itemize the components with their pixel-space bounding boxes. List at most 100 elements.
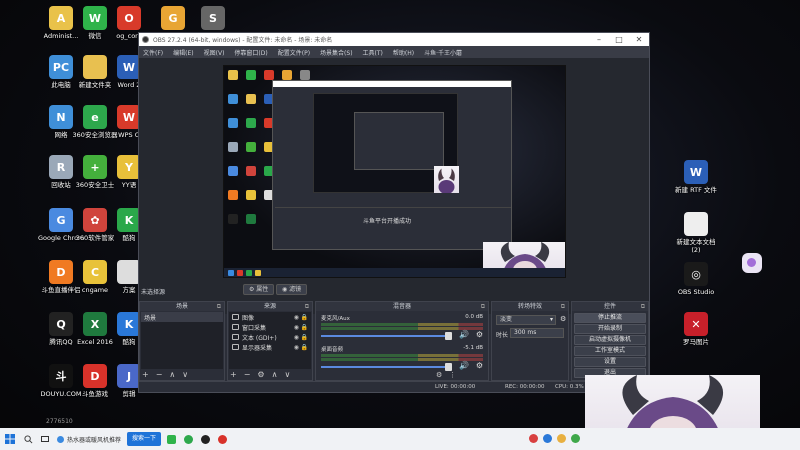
visibility-eye-icon[interactable]: ◉ [294, 314, 299, 321]
source-settings-gear-icon[interactable]: ⚙ [257, 370, 264, 379]
tray-app-icon[interactable] [571, 434, 580, 443]
preview-desktop-icon [228, 190, 238, 200]
preview-desktop-icon [246, 70, 256, 80]
menu-item[interactable]: 停靠窗口(D) [234, 48, 267, 57]
mixer-settings-gear-icon[interactable]: ⚙ [436, 371, 442, 379]
menu-item[interactable]: 斗鱼·千王小蘑 [424, 48, 462, 57]
dock-undock-icon[interactable]: ⧉ [305, 302, 309, 311]
app-icon: ✕ [684, 312, 708, 336]
speaker-icon[interactable]: 🔊 [459, 330, 469, 339]
source-item[interactable]: 窗口采集 ◉ 🔒 [229, 322, 311, 332]
remove-source-icon[interactable]: − [244, 370, 251, 379]
chevron-down-icon: ▾ [549, 316, 553, 323]
dock-undock-icon[interactable]: ⧉ [217, 302, 221, 311]
dock-undock-icon[interactable]: ⧉ [481, 302, 485, 311]
obs-window-title: OBS 27.2.4 (64-bit, windows) - 配置文件: 未命名… [153, 37, 333, 44]
menu-item[interactable]: 场景集合(S) [320, 48, 353, 57]
sources-dock: 来源 ⧉ 图像 ◉ 🔒 窗口采集 ◉ 🔒 文本 (GDI+) ◉ 🔒 显示器采集 ◉ 🔒 + − ⚙ ∧… [227, 301, 313, 381]
app-icon: G [161, 6, 185, 30]
scene-item[interactable]: 场景 [141, 312, 223, 322]
app-icon: 斗 [49, 364, 73, 388]
floating-widget[interactable] [742, 253, 762, 273]
menu-item[interactable]: 文件(F) [143, 48, 163, 57]
lock-icon[interactable]: 🔒 [301, 334, 308, 341]
transition-gear-icon[interactable]: ⚙ [560, 315, 566, 323]
lock-icon[interactable]: 🔒 [301, 344, 308, 351]
app-icon: X [83, 312, 107, 336]
move-up-icon[interactable]: ∧ [169, 370, 175, 379]
control-button[interactable]: 工作室模式 [574, 346, 646, 356]
app-icon: W [83, 6, 107, 30]
desktop-icon[interactable]: ◎ OBS Studio [673, 262, 719, 296]
source-item[interactable]: 文本 (GDI+) ◉ 🔒 [229, 332, 311, 342]
preview-canvas[interactable]: 斗鱼平台开播成功 [223, 65, 566, 278]
desktop-icon-label: 新建 RTF 文件 [675, 186, 717, 194]
search-icon[interactable] [20, 428, 37, 450]
volume-slider[interactable] [321, 363, 452, 371]
app-icon: A [49, 6, 73, 30]
volume-slider-handle[interactable] [445, 363, 452, 371]
tray-app-icon[interactable] [543, 434, 552, 443]
channel-gear-icon[interactable]: ⚙ [476, 330, 483, 339]
scenes-dock: 场景 ⧉ 场景 + − ∧ ∨ [139, 301, 225, 381]
tray-app-icon[interactable] [557, 434, 566, 443]
visibility-eye-icon[interactable]: ◉ [294, 334, 299, 341]
visibility-eye-icon[interactable]: ◉ [294, 344, 299, 351]
properties-button[interactable]: ⚙ 属性 [243, 284, 275, 295]
preview-desktop-icon [282, 70, 292, 80]
taskbar-app-browser-icon[interactable] [180, 428, 197, 450]
desktop-icon[interactable]: 新建文本文档 (2) [673, 212, 719, 254]
desktop-icon[interactable]: W 新建 RTF 文件 [673, 160, 719, 194]
mixer-channel: 桌面音频 -5.1 dB 🔊 ⚙ [317, 343, 487, 374]
desktop-icon[interactable]: ✕ 罗马图片 [673, 312, 719, 346]
windows-taskbar: 热水器或暖风机推荐 搜索一下 [0, 428, 800, 450]
lock-icon[interactable]: 🔒 [301, 314, 308, 321]
taskbar-app-wechat-icon[interactable] [163, 428, 180, 450]
close-icon[interactable]: ✕ [629, 33, 649, 46]
taskbar-search-suggestion[interactable]: 热水器或暖风机推荐 [53, 428, 125, 450]
menu-item[interactable]: 配置文件(P) [278, 48, 310, 57]
duration-input[interactable]: 300 ms [510, 328, 564, 338]
taskbar-app-obs-icon[interactable] [197, 428, 214, 450]
move-up-icon[interactable]: ∧ [272, 370, 278, 379]
source-item[interactable]: 图像 ◉ 🔒 [229, 312, 311, 322]
visibility-eye-icon[interactable]: ◉ [294, 324, 299, 331]
desktop-icon[interactable]: S [190, 6, 236, 32]
taskbar-app-douyu-icon[interactable] [214, 428, 231, 450]
dock-undock-icon[interactable]: ⧉ [641, 302, 645, 311]
channel-name: 麦克风/Aux [321, 316, 350, 322]
mixer-menu-icon[interactable]: ⋮ [449, 371, 456, 379]
control-button[interactable]: 设置 [574, 357, 646, 367]
menu-item[interactable]: 工具(T) [363, 48, 383, 57]
control-button[interactable]: 停止推流 [574, 313, 646, 323]
control-button[interactable]: 开始录制 [574, 324, 646, 334]
move-down-icon[interactable]: ∨ [284, 370, 290, 379]
search-now-button[interactable]: 搜索一下 [127, 432, 162, 446]
app-icon: C [83, 260, 107, 284]
tray-app-icon[interactable] [529, 434, 538, 443]
move-down-icon[interactable]: ∨ [182, 370, 188, 379]
speaker-icon[interactable]: 🔊 [459, 361, 469, 370]
menu-item[interactable]: 帮助(H) [393, 48, 414, 57]
task-view-icon[interactable] [37, 428, 53, 450]
menu-item[interactable]: 视图(V) [204, 48, 225, 57]
channel-gear-icon[interactable]: ⚙ [476, 361, 483, 370]
menu-item[interactable]: 编辑(E) [173, 48, 193, 57]
sources-dock-title: 来源 ⧉ [228, 302, 312, 311]
add-source-icon[interactable]: + [230, 370, 237, 379]
transition-type-select[interactable]: 淡变 ▾ [496, 315, 556, 325]
mixer-list: 麦克风/Aux 0.0 dB 🔊 ⚙ 桌面音频 -5.1 dB 🔊 ⚙ [317, 312, 487, 371]
remove-scene-icon[interactable]: − [156, 370, 163, 379]
dock-undock-icon[interactable]: ⧉ [561, 302, 565, 311]
minimize-icon[interactable]: – [589, 33, 609, 46]
maximize-icon[interactable]: □ [609, 33, 629, 46]
control-button[interactable]: 启动虚拟摄像机 [574, 335, 646, 345]
lock-icon[interactable]: 🔒 [301, 324, 308, 331]
source-item[interactable]: 显示器采集 ◉ 🔒 [229, 342, 311, 352]
preview-desktop-icon [228, 94, 238, 104]
start-button[interactable] [0, 428, 20, 450]
filters-button[interactable]: ◉ 滤镜 [276, 284, 308, 295]
add-scene-icon[interactable]: + [142, 370, 149, 379]
volume-slider[interactable] [321, 332, 452, 340]
volume-slider-handle[interactable] [445, 332, 452, 340]
